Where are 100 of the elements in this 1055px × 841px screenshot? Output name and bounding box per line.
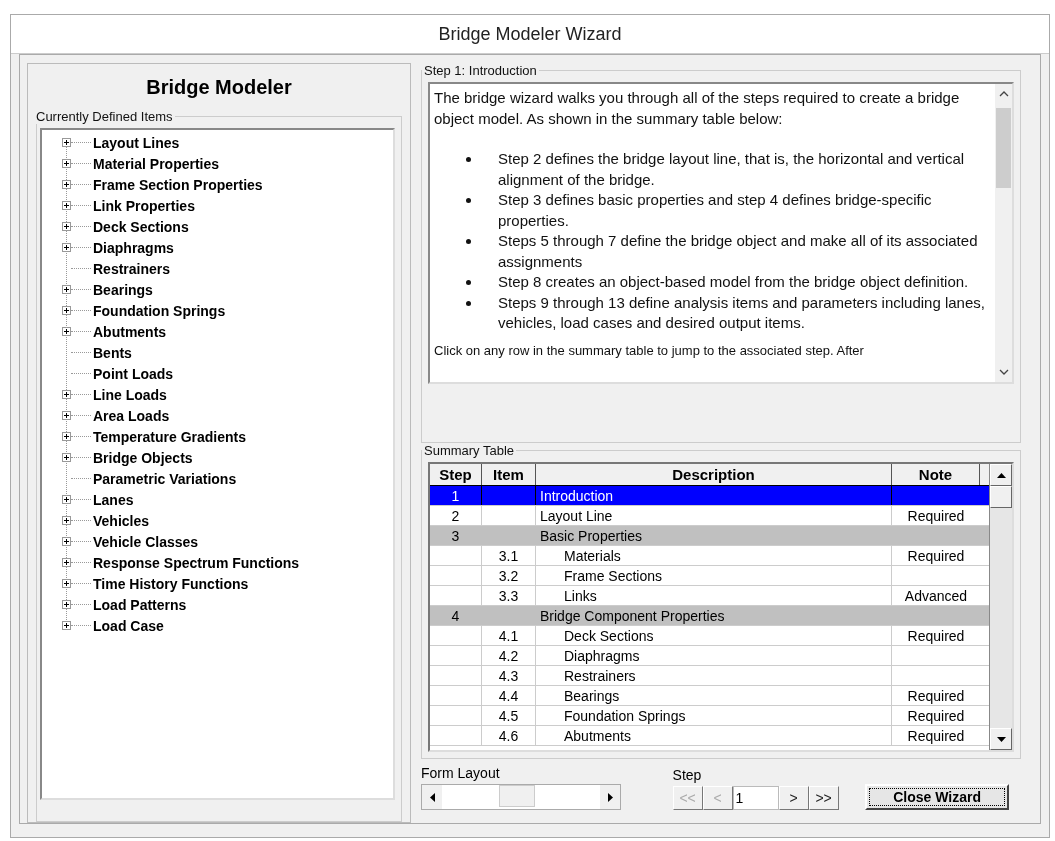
table-cell: Links	[564, 587, 597, 604]
step-field[interactable]: 1	[732, 786, 779, 810]
table-cell: 4	[451, 607, 460, 624]
column-header: Item	[482, 464, 536, 485]
table-label: Summary Table	[423, 443, 516, 458]
tree-item[interactable]: Time History Functions	[93, 575, 249, 592]
expand-icon[interactable]	[62, 201, 71, 210]
expand-icon[interactable]	[62, 180, 71, 189]
tree-item[interactable]: Point Loads	[93, 365, 174, 382]
expand-icon[interactable]	[62, 600, 71, 609]
scroll-up-icon[interactable]	[998, 90, 1009, 98]
table-row[interactable]: 4.5 Foundation Springs Required	[430, 706, 989, 726]
tree-item[interactable]: Vehicles	[93, 512, 150, 529]
tree-item[interactable]: Frame Section Properties	[93, 176, 263, 193]
table-cell: Introduction	[540, 487, 614, 504]
expand-icon[interactable]	[62, 159, 71, 168]
table-row[interactable]: 3.2 Frame Sections	[430, 566, 989, 586]
expand-icon[interactable]	[62, 327, 71, 336]
table-cell: 3.3	[498, 587, 519, 604]
table-row[interactable]: 4 Bridge Component Properties	[430, 606, 989, 626]
tree-item[interactable]: Abutments	[93, 323, 167, 340]
expand-icon[interactable]	[62, 411, 71, 420]
form-layout-slider[interactable]	[421, 784, 621, 810]
expand-icon[interactable]	[62, 516, 71, 525]
bullet-text: Steps 5 through 7 define the bridge object and make all of its associated assignments	[498, 231, 979, 272]
table-cell: Required	[907, 727, 965, 744]
close-wizard-button[interactable]: Close Wizard	[865, 784, 1009, 810]
scroll-thumb[interactable]	[996, 108, 1011, 188]
tree-item[interactable]: Temperature Gradients	[93, 428, 246, 445]
expand-icon[interactable]	[62, 495, 71, 504]
table-cell: Basic Properties	[540, 527, 642, 544]
tree-item[interactable]: Load Case	[93, 617, 164, 634]
panel-heading: Bridge Modeler	[145, 75, 293, 100]
tree-item[interactable]: Vehicle Classes	[93, 533, 199, 550]
tree-item[interactable]: Bridge Objects	[93, 449, 193, 466]
tree-item[interactable]: Restrainers	[93, 260, 171, 277]
expand-icon[interactable]	[62, 222, 71, 231]
up-arrow-icon	[996, 472, 1006, 478]
expand-icon[interactable]	[62, 285, 71, 294]
expand-icon[interactable]	[62, 537, 71, 546]
expand-icon[interactable]	[62, 390, 71, 399]
bullet-icon	[466, 300, 471, 306]
table-cell: 2	[451, 507, 460, 524]
tree-item[interactable]: Bearings	[93, 281, 153, 298]
nav-button[interactable]: >	[778, 786, 809, 810]
nav-button[interactable]: >>	[808, 786, 839, 810]
tree-item[interactable]: Layout Lines	[93, 134, 180, 151]
table-cell: Bearings	[564, 687, 620, 704]
table-row[interactable]: 4.2 Diaphragms	[430, 646, 989, 666]
table-row[interactable]: 3.1 Materials Required	[430, 546, 989, 566]
scroll-down-button[interactable]	[990, 728, 1012, 750]
table-cell: Restrainers	[564, 667, 636, 684]
bullet-text: Step 3 defines basic properties and step 4 defines bridge-specific properties.	[498, 190, 933, 231]
tree-item[interactable]: Load Patterns	[93, 596, 187, 613]
tree-item[interactable]: Response Spectrum Functions	[93, 554, 300, 571]
tree-item[interactable]: Link Properties	[93, 197, 195, 214]
table-cell: 3	[451, 527, 460, 544]
table-row[interactable]: 1 Introduction	[430, 486, 989, 506]
table-cell: Frame Sections	[564, 567, 663, 584]
table-row[interactable]: 4.1 Deck Sections Required	[430, 626, 989, 646]
table-cell: Advanced	[904, 587, 968, 604]
right-arrow-icon[interactable]	[607, 792, 613, 802]
slider-thumb[interactable]	[499, 785, 536, 807]
form-layout-label: Form Layout	[421, 765, 501, 781]
bullet-icon	[466, 157, 471, 162]
expand-icon[interactable]	[62, 432, 71, 441]
tree-item[interactable]: Diaphragms	[93, 239, 174, 256]
table-cell: Bridge Component Properties	[540, 607, 725, 624]
table-cell: 4.3	[498, 667, 519, 684]
tree-item[interactable]: Foundation Springs	[93, 302, 226, 319]
left-arrow-icon[interactable]	[429, 792, 435, 802]
tree-item[interactable]: Parametric Variations	[93, 470, 237, 487]
scroll-bar[interactable]	[995, 84, 1012, 382]
expand-icon[interactable]	[62, 621, 71, 630]
table-row[interactable]: 4.4 Bearings Required	[430, 686, 989, 706]
expand-icon[interactable]	[62, 306, 71, 315]
step-label: Step 1: Introduction	[423, 63, 538, 78]
table-row[interactable]: 4.6 Abutments Required	[430, 726, 989, 746]
scroll-down-icon[interactable]	[998, 368, 1009, 376]
tree-item[interactable]: Lanes	[93, 491, 134, 508]
table-cell: Abutments	[564, 727, 631, 744]
scroll-thumb[interactable]	[990, 486, 1012, 508]
expand-icon[interactable]	[62, 138, 71, 147]
expand-icon[interactable]	[62, 579, 71, 588]
expand-icon[interactable]	[62, 558, 71, 567]
tree-item[interactable]: Deck Sections	[93, 218, 189, 235]
expand-icon[interactable]	[62, 243, 71, 252]
tree-item[interactable]: Area Loads	[93, 407, 170, 424]
table-row[interactable]: 3 Basic Properties	[430, 526, 989, 546]
table-cell: Required	[907, 547, 965, 564]
scroll-up-button[interactable]	[990, 464, 1012, 486]
tree-item[interactable]: Bents	[93, 344, 132, 361]
table-row[interactable]: 4.3 Restrainers	[430, 666, 989, 686]
bullet-text: Step 2 defines the bridge layout line, that is, the horizontal and vertical alignment of the bridge.	[498, 149, 966, 190]
table-cell: 4.1	[498, 627, 519, 644]
expand-icon[interactable]	[62, 453, 71, 462]
tree-item[interactable]: Material Properties	[93, 155, 220, 172]
scroll-bar[interactable]	[989, 464, 1012, 750]
tree-item[interactable]: Line Loads	[93, 386, 167, 403]
table-cell: Deck Sections	[564, 627, 654, 644]
